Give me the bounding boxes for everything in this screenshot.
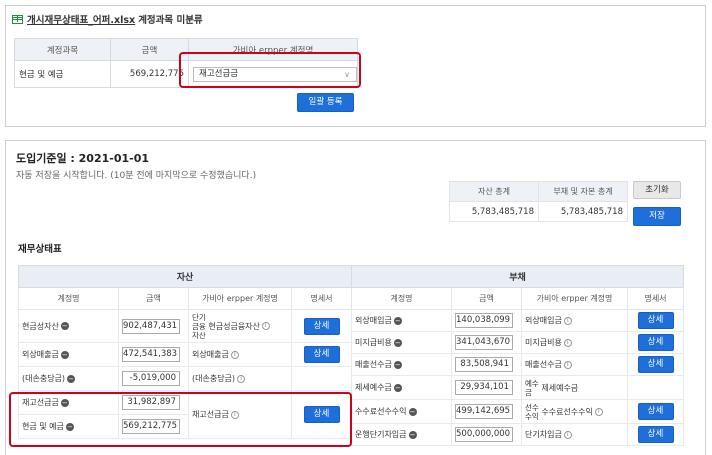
- account-name: (대손충당금): [22, 374, 66, 383]
- remove-icon[interactable]: −: [393, 383, 402, 392]
- detail-button[interactable]: 상세: [303, 346, 340, 363]
- liab-total-value: 5,783,485,718: [538, 201, 628, 222]
- table-row: 제세예수금 − 29,934,101 예수 금 제세예수금: [351, 375, 684, 400]
- amount-input[interactable]: 902,487,431: [122, 318, 180, 334]
- remove-icon[interactable]: −: [393, 338, 402, 347]
- row-account: 현금 및 예금: [14, 60, 111, 88]
- autosave-message: 자동 저장을 시작합니다. (10분 전에 마지막으로 수정했습니다.): [16, 171, 257, 181]
- col-header-amount: 금액: [451, 287, 522, 310]
- table-row: 매출선수금 − 83,508,941 매출선수금 i 상세: [351, 353, 684, 376]
- account-name: 외상매출금: [22, 350, 59, 359]
- account-name: 매출선수금: [355, 360, 392, 369]
- remove-icon[interactable]: −: [408, 430, 417, 439]
- col-header-account: 계정과목: [14, 38, 111, 61]
- spreadsheet-icon: [12, 14, 23, 24]
- col-header-erp: 가비아 erpper 계정명: [188, 287, 292, 310]
- erp-account: 매출선수금: [525, 360, 562, 369]
- amount-input[interactable]: 472,541,383: [122, 347, 180, 362]
- erp-account: (대손충당금): [192, 374, 236, 383]
- info-icon[interactable]: i: [563, 430, 572, 439]
- detail-button[interactable]: 상세: [637, 312, 674, 329]
- col-header-name: 계정명: [351, 287, 452, 310]
- account-name: 수수료선수수익: [355, 407, 407, 416]
- detail-button[interactable]: 상세: [637, 426, 674, 443]
- panel-title: 개시재무상태표_어퍼.xlsx 계정과목 미분류: [12, 12, 203, 26]
- table-row: (대손충당금) − -5,019,000 (대손충당금) i: [18, 366, 352, 391]
- info-icon[interactable]: i: [563, 360, 572, 369]
- info-icon[interactable]: i: [261, 322, 270, 330]
- erp-prefix: 선수 수익: [525, 402, 539, 421]
- assets-total-value: 5,783,485,718: [449, 201, 539, 222]
- info-icon[interactable]: i: [230, 350, 239, 359]
- liabilities-table: 부채 계정명 금액 가비아 erpper 계정명 명세서 외상매입금 − 140,…: [351, 265, 684, 446]
- info-icon[interactable]: i: [563, 338, 572, 347]
- erp-account: 현금성금융자산: [208, 321, 260, 331]
- amount-input[interactable]: -5,019,000: [122, 371, 180, 386]
- file-name-link[interactable]: 개시재무상태표_어퍼.xlsx: [27, 12, 135, 26]
- account-name: 운행단기차입금: [355, 430, 407, 439]
- erp-account: 미지급비용: [525, 338, 562, 347]
- row-amount: 569,212,775: [110, 60, 189, 88]
- save-button[interactable]: 저장: [633, 207, 681, 226]
- amount-input[interactable]: 500,000,000: [455, 427, 513, 442]
- amount-input[interactable]: 140,038,099: [455, 313, 513, 328]
- info-icon[interactable]: i: [237, 374, 246, 383]
- erp-account: 수수료선수수익: [541, 407, 593, 416]
- totals-table: 자산 총계 부채 및 자본 총계 5,783,485,718 5,783,485…: [449, 181, 628, 222]
- account-name: 외상매입금: [355, 316, 392, 325]
- remove-icon[interactable]: −: [408, 407, 417, 416]
- remove-icon[interactable]: −: [60, 322, 69, 330]
- col-header-detail: 명세서: [627, 287, 684, 310]
- account-name: 현금성자산: [22, 321, 59, 331]
- col-header-detail: 명세서: [291, 287, 352, 310]
- remove-icon[interactable]: −: [67, 374, 76, 383]
- info-icon[interactable]: i: [594, 407, 603, 416]
- detail-button[interactable]: 상세: [303, 317, 340, 335]
- highlight-box: [179, 52, 361, 88]
- table-row: 운행단기차입금 − 500,000,000 단기차입금 i 상세: [351, 423, 684, 446]
- bulk-register-button[interactable]: 일괄 등록: [297, 93, 354, 112]
- info-icon[interactable]: i: [563, 316, 572, 325]
- col-header-name: 계정명: [18, 287, 119, 310]
- highlight-box: [9, 392, 352, 447]
- detail-button[interactable]: 상세: [637, 356, 674, 373]
- erp-account: 외상매출금: [192, 350, 229, 359]
- remove-icon[interactable]: −: [393, 316, 402, 325]
- assets-total-label: 자산 총계: [449, 181, 539, 202]
- table-row: 현금성자산 − 902,487,431 단기 금융 자산 현금성금융자산 i 상세: [18, 309, 352, 343]
- reset-button[interactable]: 초기화: [633, 181, 681, 199]
- erp-account: 제세예수금: [541, 383, 579, 392]
- detail-button[interactable]: 상세: [637, 334, 674, 351]
- liab-total-label: 부채 및 자본 총계: [538, 181, 628, 202]
- table-row: 외상매출금 − 472,541,383 외상매출금 i 상세: [18, 342, 352, 367]
- amount-input[interactable]: 83,508,941: [455, 357, 513, 372]
- detail-button[interactable]: 상세: [637, 403, 674, 420]
- erp-prefix: 단기 금융 자산: [192, 312, 206, 340]
- account-name: 제세예수금: [355, 383, 392, 392]
- title-suffix: 계정과목 미분류: [138, 15, 203, 26]
- table-row: 수수료선수수익 − 499,142,695 선수 수익 수수료선수수익 i 상세: [351, 399, 684, 424]
- section-title: 재무상태표: [18, 244, 62, 255]
- account-name: 미지급비용: [355, 338, 392, 347]
- liabilities-group-header: 부채: [351, 265, 684, 288]
- col-header-amount: 금액: [110, 38, 189, 61]
- table-row: 외상매입금 − 140,038,099 외상매입금 i 상세: [351, 309, 684, 332]
- amount-input[interactable]: 29,934,101: [455, 380, 513, 395]
- remove-icon[interactable]: −: [393, 360, 402, 369]
- col-header-amount: 금액: [118, 287, 189, 310]
- remove-icon[interactable]: −: [60, 350, 69, 359]
- table-row: 미지급비용 − 341,043,670 미지급비용 i 상세: [351, 331, 684, 354]
- page-title: 도입기준일 : 2021-01-01: [16, 152, 150, 165]
- erp-account: 외상매입금: [525, 316, 562, 325]
- erp-prefix: 예수 금: [525, 378, 539, 397]
- erp-account: 단기차입금: [525, 430, 562, 439]
- amount-input[interactable]: 499,142,695: [455, 404, 513, 419]
- col-header-erp: 가비아 erpper 계정명: [521, 287, 628, 310]
- assets-group-header: 자산: [18, 265, 352, 288]
- amount-input[interactable]: 341,043,670: [455, 335, 513, 350]
